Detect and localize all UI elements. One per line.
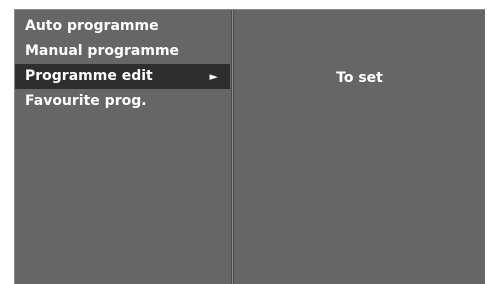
menu-item-label: Favourite prog.: [25, 93, 147, 109]
menu-panel: Auto programme Manual programme Programm…: [15, 10, 231, 284]
menu-item-auto-programme[interactable]: Auto programme: [15, 14, 230, 39]
menu-item-favourite-prog[interactable]: Favourite prog.: [15, 89, 230, 114]
menu-item-label: Manual programme: [25, 43, 180, 59]
right-triangle-icon: ►: [209, 70, 218, 83]
menu-item-label: Auto programme: [25, 18, 159, 34]
to-set-hint: To set: [336, 70, 383, 86]
menu-item-label: Programme edit: [25, 68, 153, 84]
menu-item-manual-programme[interactable]: Manual programme: [15, 39, 230, 64]
detail-panel: To set: [234, 10, 485, 284]
menu-list: Auto programme Manual programme Programm…: [15, 10, 231, 114]
osd-menu-window: Auto programme Manual programme Programm…: [14, 9, 485, 284]
menu-item-programme-edit[interactable]: Programme edit ►: [15, 64, 230, 89]
